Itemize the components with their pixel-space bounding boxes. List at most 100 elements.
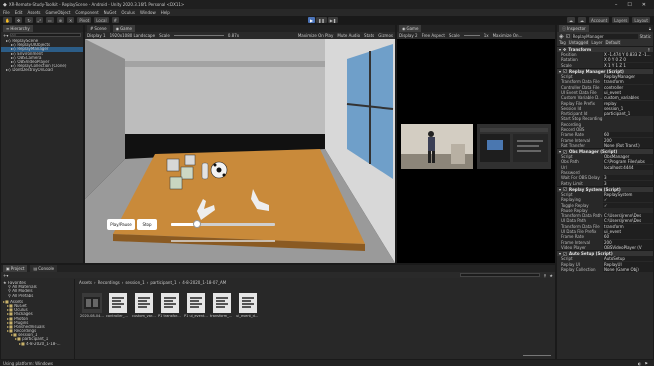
property-value-field[interactable]: OBSVideoPlayer (V (603, 244, 653, 250)
file-tile[interactable]: 2020-08-04 0... (80, 293, 104, 318)
static-toggle[interactable]: Static (640, 34, 651, 39)
account-dropdown[interactable]: Account (588, 17, 610, 23)
layers-dropdown[interactable]: Layers (612, 17, 630, 23)
pivot-toggle[interactable]: Pivot (77, 17, 92, 23)
file-tile[interactable]: custom_variable... (132, 293, 156, 318)
file-tile[interactable]: P1 transform_... (158, 293, 182, 318)
property-value-field[interactable]: transform (603, 223, 653, 229)
property-value-field[interactable]: ui_event (603, 89, 653, 95)
property-value-field[interactable]: C:\Users\jrenn\Des (603, 218, 653, 224)
active-checkbox[interactable]: ✓ (565, 34, 570, 38)
component-enabled-checkbox[interactable]: ✓ (563, 69, 568, 74)
property-value-field[interactable]: ui_event (603, 229, 653, 235)
scale-slider[interactable] (173, 35, 224, 36)
close-button[interactable]: ✕ (642, 2, 646, 8)
menu-assets[interactable]: Assets (27, 10, 40, 15)
zoom-slider[interactable] (523, 355, 551, 356)
rect-tool-icon[interactable]: ▭ (45, 17, 54, 23)
asset-folder-item[interactable]: ▸■ 4-8-2020_1-18-... (3, 342, 72, 346)
breadcrumb-item[interactable]: session_1 (125, 280, 144, 285)
property-value-field[interactable]: 3 (603, 175, 653, 181)
maximize-on-play-toggle-2[interactable]: Maximize On Play (493, 33, 523, 38)
rotate-tool-icon[interactable]: ↻ (25, 17, 33, 23)
property-value-field[interactable]: ReplaySystem (603, 191, 653, 197)
collab-icon[interactable]: ☁ (566, 17, 575, 23)
property-value-field[interactable]: X 1 Y 1 Z 1 (603, 62, 653, 68)
grid-snap-icon[interactable]: # (111, 17, 119, 23)
minimize-button[interactable]: – (615, 2, 618, 8)
display-dropdown-2[interactable]: Display 2 (399, 33, 418, 38)
component-enabled-checkbox[interactable]: ✓ (563, 149, 568, 154)
tab-project[interactable]: ▣ Project (3, 265, 28, 272)
breadcrumb-item[interactable]: Recordings (98, 280, 120, 285)
add-icon[interactable]: +▾ (3, 273, 8, 278)
layer-dropdown[interactable]: Default (604, 39, 622, 45)
project-search-input[interactable] (460, 272, 541, 278)
scale-slider-2[interactable] (463, 35, 480, 36)
property-value-field[interactable]: 60 (603, 132, 653, 138)
property-value-field[interactable]: controller (603, 84, 653, 90)
property-value-field[interactable]: transform (603, 79, 653, 85)
property-value-field[interactable]: ✓ (603, 197, 653, 203)
breadcrumb-item[interactable]: participant_1 (150, 280, 176, 285)
tab-inspector[interactable]: ⓘ Inspector (559, 25, 589, 32)
move-tool-icon[interactable]: ✥ (14, 17, 23, 23)
menu-help[interactable]: Help (161, 10, 170, 15)
local-toggle[interactable]: Local (94, 17, 109, 23)
menu-file[interactable]: File (3, 10, 10, 15)
file-tile[interactable]: ui_event_data (236, 293, 260, 318)
property-value-field[interactable]: replay (603, 100, 653, 106)
filter-icon[interactable]: ⚲ (543, 273, 546, 278)
transform-tool-icon[interactable]: ⊕ (56, 17, 65, 23)
stop-button[interactable]: Stop (137, 219, 157, 230)
file-tile[interactable]: controller_data (106, 293, 130, 318)
property-value-field[interactable]: localhost:4444 (603, 164, 653, 170)
property-value-field[interactable]: ✓ (603, 202, 653, 208)
maximize-on-play-toggle[interactable]: Maximize On Play (298, 33, 334, 38)
property-value-field[interactable]: C:\Users\jrenn\Des (603, 213, 653, 219)
property-value-field[interactable]: 60 (603, 234, 653, 240)
menu-nuget[interactable]: NuGet (104, 10, 117, 15)
display-dropdown[interactable]: Display 1 (87, 33, 106, 38)
component-enabled-checkbox[interactable]: ✓ (563, 251, 568, 256)
step-button[interactable]: ▶❚ (327, 17, 339, 23)
property-value-field[interactable]: session_1 (603, 105, 653, 111)
tab-scene[interactable]: # Scene (87, 25, 110, 32)
property-value-field[interactable]: None (Game Obj) (603, 266, 653, 272)
breadcrumb-item[interactable]: 4-8-2020_1-18-07_AM (182, 280, 226, 285)
property-value-field[interactable]: X 0 Y 0 Z 0 (603, 57, 653, 63)
tab-game[interactable]: ◉ Game (112, 25, 135, 32)
replay-progress-slider[interactable] (171, 220, 275, 228)
property-value-field[interactable]: 200 (603, 137, 653, 143)
game-viewport[interactable]: Play/Pause Stop (85, 39, 395, 263)
play-pause-button[interactable]: Play/Pause (107, 219, 135, 230)
replay-progress-handle[interactable] (193, 220, 201, 228)
property-value-field[interactable]: ObsManager (603, 154, 653, 160)
cloud-icon[interactable]: ☁ (577, 17, 586, 23)
hand-tool-icon[interactable]: ✋ (3, 17, 12, 23)
favorite-item[interactable]: ⚲ All Prefabs (3, 294, 72, 298)
property-value-field[interactable]: None (Rot Transf.) (603, 142, 653, 148)
hierarchy-item[interactable]: ▸◇ DontDestroyOnLoad (1, 68, 83, 72)
menu-oculus[interactable]: Oculus (121, 10, 135, 15)
tag-dropdown[interactable]: Untagged (567, 39, 590, 45)
add-icon[interactable]: +▾ (3, 33, 8, 38)
stats-toggle[interactable]: Stats (364, 33, 374, 38)
notifications-icon[interactable]: ⚑ (644, 361, 654, 366)
auto-generate-lighting-icon[interactable]: ◐ (638, 361, 642, 366)
layout-dropdown[interactable]: Layout (632, 17, 650, 23)
lock-icon[interactable]: 🔒︎ (649, 26, 653, 31)
menu-edit[interactable]: Edit (15, 10, 23, 15)
breadcrumb-item[interactable]: Assets (79, 280, 92, 285)
object-name-field[interactable]: ReplayManager (571, 33, 638, 39)
tab-console[interactable]: ▤ Console (30, 265, 58, 272)
gizmos-dropdown[interactable]: Gizmos (378, 33, 395, 38)
game2-viewport[interactable] (397, 39, 555, 263)
pause-button[interactable]: ❚❚ (316, 17, 327, 23)
file-tile[interactable]: P1 ui_event_d... (184, 293, 208, 318)
play-button[interactable]: ▶ (308, 17, 316, 23)
tab-game-2[interactable]: ◉ Game (399, 25, 422, 32)
file-tile[interactable]: transform_data (210, 293, 234, 318)
menu-component[interactable]: Component (75, 10, 98, 15)
star-icon[interactable]: ★ (549, 273, 553, 278)
